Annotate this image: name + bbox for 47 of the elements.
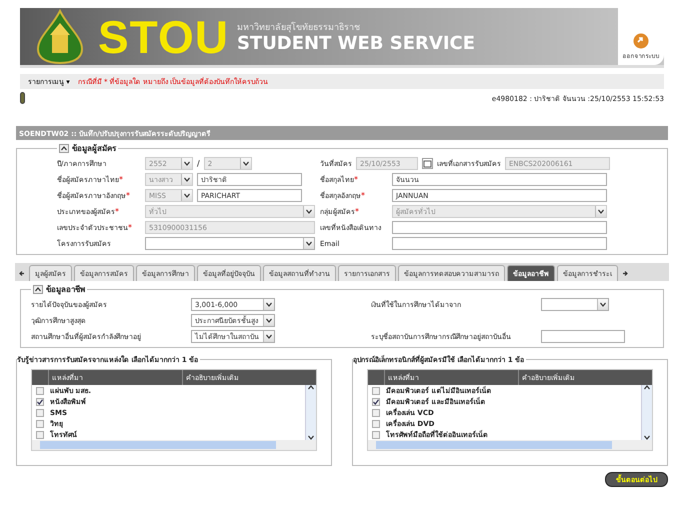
checkbox[interactable] [372,398,380,406]
caret-icon [306,241,312,246]
chevron-icon [61,146,67,151]
checkbox[interactable] [372,386,380,394]
caret-icon [266,302,272,307]
scroll-right-button[interactable] [620,270,630,276]
checkbox[interactable] [372,408,380,416]
left-arrow-icon [19,270,25,276]
scroll-left-button[interactable] [17,270,27,276]
caret-icon [184,177,190,182]
checkbox[interactable] [36,430,44,438]
calendar-icon[interactable] [422,158,433,169]
checkbox[interactable] [372,420,380,428]
caret-icon [598,209,604,214]
caret-icon [242,161,249,166]
university-name: มหาวิทยาลัยสุโขทัยธรรมาธิราช [236,20,361,34]
checkbox[interactable] [36,408,44,416]
separator-slash: / [197,159,200,168]
collapse-toggle[interactable] [33,285,43,294]
right-arrow-icon [622,270,628,276]
text-field[interactable] [392,237,607,250]
chevron-icon [35,287,41,292]
caret-icon [266,318,272,323]
caret-icon [306,209,312,214]
caret-icon [184,161,190,166]
caret-icon [600,302,606,307]
checkbox[interactable] [372,430,380,438]
text-field[interactable] [541,330,625,343]
checkbox[interactable] [36,420,44,428]
checkbox[interactable] [36,386,44,394]
collapse-toggle[interactable] [59,144,69,153]
caret-icon [184,193,190,198]
horizontal-scrollbar[interactable] [32,440,316,450]
logo-text: STOU [98,14,229,60]
text-field[interactable] [392,221,607,234]
service-title: STUDENT WEB SERVICE [236,34,476,54]
section-title: ข้อมูลผู้สมัคร [72,143,116,155]
select-field[interactable] [145,237,315,250]
caret-icon [266,334,272,339]
horizontal-scrollbar[interactable] [368,440,652,450]
section-title: ข้อมูลอาชีพ [46,284,85,296]
vertical-scrollbar[interactable] [305,385,316,440]
checkbox[interactable] [36,398,44,406]
logout-icon [633,33,649,49]
select-field[interactable] [541,298,609,311]
pill-icon [20,92,25,104]
vertical-scrollbar[interactable] [641,385,652,440]
